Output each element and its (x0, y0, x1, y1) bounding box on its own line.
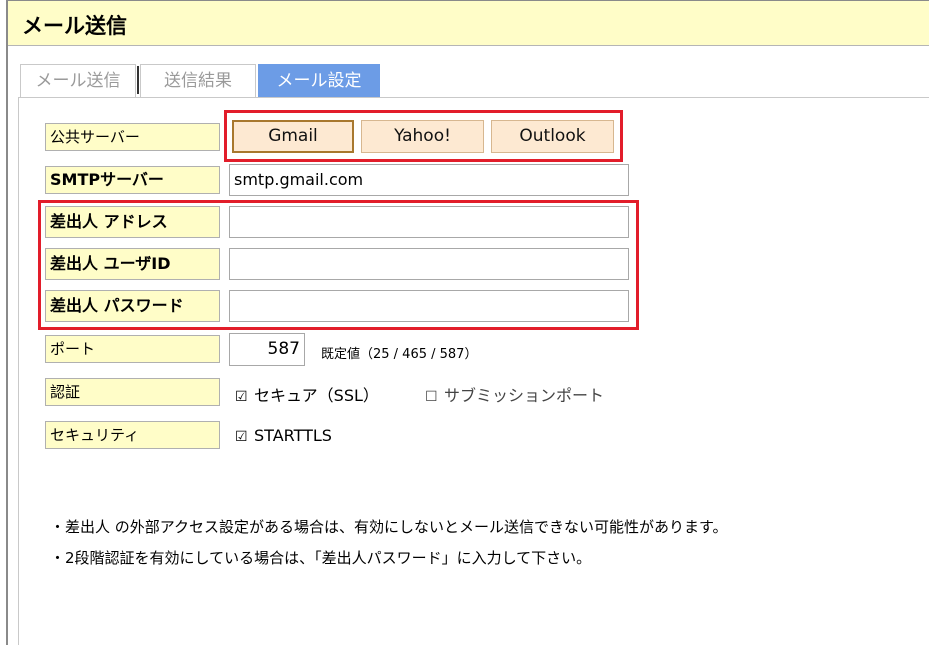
port-default-hint: 既定値（25 / 465 / 587） (321, 347, 478, 362)
starttls-label: STARTTLS (254, 426, 332, 445)
public-server-label: 公共サーバー (45, 123, 220, 151)
checkbox-checked-icon: ☑ (235, 429, 248, 445)
window-title: メール送信 (22, 14, 127, 38)
submission-port-checkbox[interactable]: ☐ サブミッションポート (425, 382, 604, 406)
tab-mail-settings[interactable]: メール設定 (258, 64, 380, 98)
secure-ssl-label: セキュア（SSL） (254, 386, 379, 405)
server-buttons-highlight (224, 110, 623, 162)
title-bar: メール送信 (8, 0, 929, 46)
checkbox-checked-icon: ☑ (235, 389, 248, 405)
sender-fields-highlight (38, 200, 639, 330)
window-left-border (6, 0, 8, 645)
submission-port-label: サブミッションポート (444, 386, 605, 405)
security-label: セキュリティ (45, 421, 220, 449)
auth-label: 認証 (45, 378, 220, 406)
tab-mail-send[interactable]: メール送信 (20, 64, 136, 98)
secure-ssl-checkbox[interactable]: ☑ セキュア（SSL） (235, 382, 379, 406)
port-label: ポート (45, 335, 220, 363)
note-external-access: ・差出人 の外部アクセス設定がある場合は、有効にしないとメール送信できない可能性… (50, 518, 728, 536)
checkbox-unchecked-icon: ☐ (425, 389, 438, 405)
tab-separator (137, 66, 139, 94)
smtp-server-label: SMTPサーバー (45, 166, 220, 194)
note-two-step-auth: ・2段階認証を有効にしている場合は、「差出人パスワード」に入力して下さい。 (50, 549, 592, 567)
port-input[interactable]: 587 (229, 333, 305, 366)
starttls-checkbox[interactable]: ☑ STARTTLS (235, 426, 332, 445)
tab-send-result[interactable]: 送信結果 (140, 64, 256, 98)
smtp-server-input[interactable]: smtp.gmail.com (229, 164, 629, 196)
